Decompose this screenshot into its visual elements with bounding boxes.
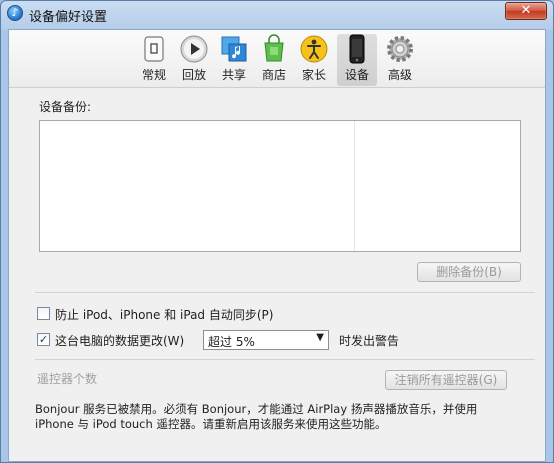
data-threshold-value: 超过 5% [208, 335, 255, 349]
data-warning-suffix: 时发出警告 [339, 334, 400, 348]
preferences-window: ♪ 设备偏好设置 ✕ 常规 回放 共享 商店 家长 设备 高级 设备备份: 删除… [0, 0, 554, 463]
bonjour-info-line2: iPhone 与 iPod touch 遥控器。请重新启用该服务来使用这些功能。 [35, 417, 387, 431]
tab-parental[interactable]: 家长 [297, 34, 331, 86]
tab-advanced[interactable]: 高级 [383, 34, 417, 86]
sharing-icon [221, 36, 247, 62]
section-separator [35, 359, 535, 360]
tab-sharing[interactable]: 共享 [217, 34, 251, 86]
itunes-app-icon: ♪ [7, 5, 23, 21]
devices-icon [349, 34, 365, 64]
store-icon [264, 34, 284, 62]
tab-sharing-label: 共享 [221, 68, 246, 82]
section-separator [35, 292, 535, 293]
window-title: 设备偏好设置 [29, 10, 108, 25]
list-column-divider [354, 121, 355, 251]
tab-store-label: 商店 [261, 68, 286, 82]
bonjour-info-line1: Bonjour 服务已被禁用。必须有 Bonjour，才能通过 AirPlay … [35, 402, 478, 416]
preferences-toolbar: 常规 回放 共享 商店 家长 设备 高级 [9, 30, 545, 88]
title-bar[interactable]: ♪ 设备偏好设置 ✕ [1, 1, 553, 27]
bonjour-info-text: Bonjour 服务已被禁用。必须有 Bonjour，才能通过 AirPlay … [35, 402, 535, 432]
tab-parental-label: 家长 [301, 68, 326, 82]
remotes-count-label: 遥控器个数 [37, 372, 98, 386]
data-warning-checkbox[interactable]: ✓ [37, 333, 50, 346]
tab-advanced-label: 高级 [387, 68, 412, 82]
delete-backup-button[interactable]: 删除备份(B) [417, 262, 521, 282]
tab-playback-label: 回放 [181, 68, 206, 82]
prevent-sync-row[interactable]: 防止 iPod、iPhone 和 iPad 自动同步(P) [37, 305, 337, 323]
tab-devices-label: 设备 [344, 68, 369, 82]
chevron-down-icon: ▼ [316, 332, 324, 343]
device-backups-label: 设备备份: [39, 100, 92, 114]
data-threshold-select[interactable]: 超过 5% ▼ [203, 330, 329, 350]
playback-icon [180, 35, 208, 63]
tab-playback[interactable]: 回放 [177, 34, 211, 86]
general-icon [144, 36, 164, 62]
tab-store[interactable]: 商店 [257, 34, 291, 86]
device-backups-list[interactable] [39, 120, 521, 252]
tab-general-label: 常规 [141, 68, 166, 82]
close-button[interactable]: ✕ [505, 2, 547, 20]
prevent-sync-checkbox[interactable] [37, 307, 50, 320]
tab-general[interactable]: 常规 [137, 34, 171, 86]
tab-devices[interactable]: 设备 [337, 34, 377, 86]
advanced-icon [387, 36, 413, 62]
preferences-panel: 常规 回放 共享 商店 家长 设备 高级 设备备份: 删除备份(B) 防止 iP… [8, 29, 546, 462]
prevent-sync-label: 防止 iPod、iPhone 和 iPad 自动同步(P) [55, 308, 274, 322]
forget-remotes-button[interactable]: 注销所有遥控器(G) [385, 370, 507, 390]
data-warning-label: 这台电脑的数据更改(W) [55, 334, 185, 348]
data-warning-row[interactable]: ✓ 这台电脑的数据更改(W) 超过 5% ▼ 时发出警告 [37, 330, 437, 350]
parental-icon [300, 35, 328, 63]
